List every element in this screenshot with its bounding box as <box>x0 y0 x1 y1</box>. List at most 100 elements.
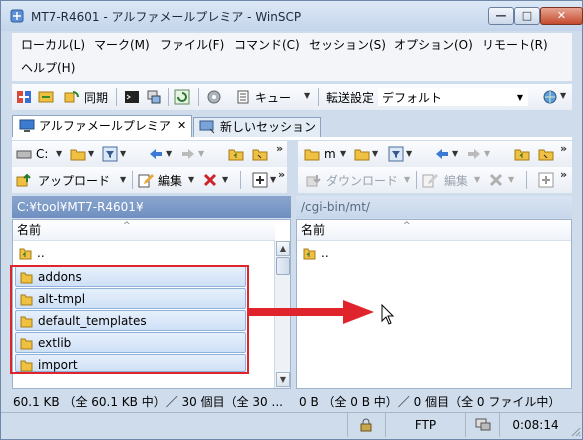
open-folder-icon[interactable] <box>354 146 370 162</box>
new-item-plus-icon[interactable] <box>538 172 554 188</box>
filter-dropdown-icon[interactable]: ▼ <box>120 149 126 158</box>
session-monitor-icon <box>19 119 35 132</box>
menu-help[interactable]: ヘルプ(H) <box>17 58 79 78</box>
back-arrow-icon[interactable] <box>148 146 164 162</box>
queue-button[interactable]: キュー <box>255 88 291 108</box>
filter-dropdown-icon[interactable]: ▼ <box>406 149 412 158</box>
menu-command[interactable]: コマンド(C) <box>230 35 304 55</box>
mouse-cursor-icon <box>381 304 395 325</box>
scroll-up-icon[interactable]: ▲ <box>276 241 290 256</box>
menu-file[interactable]: ファイル(F) <box>156 35 228 55</box>
edit-pencil-icon[interactable] <box>138 172 154 188</box>
delete-dropdown-icon[interactable]: ▼ <box>508 175 514 184</box>
edit-dropdown-icon[interactable]: ▼ <box>188 175 194 184</box>
left-nav-overflow-icon[interactable]: » <box>276 142 283 155</box>
download-dropdown-icon[interactable]: ▼ <box>404 175 410 184</box>
back-dropdown-icon[interactable]: ▼ <box>452 149 458 158</box>
back-arrow-icon[interactable] <box>434 146 450 162</box>
menu-session[interactable]: セッション(S) <box>305 35 390 55</box>
root-dir-icon[interactable] <box>538 146 554 162</box>
forward-dropdown-icon[interactable]: ▼ <box>484 149 490 158</box>
list-item-parent[interactable]: .. <box>299 243 539 264</box>
tab-strip-underline <box>12 137 572 140</box>
menu-options[interactable]: オプション(O) <box>390 35 477 55</box>
left-path-bar[interactable]: C:¥tool¥MT7-R4601¥ <box>12 196 291 218</box>
transfer-settings-value: デフォルト <box>382 91 443 105</box>
tab-alpha-mail[interactable]: アルファメールプレミア ✕ <box>12 115 192 137</box>
download-icon[interactable] <box>306 172 322 188</box>
filter-icon[interactable] <box>388 146 404 162</box>
putty-icon[interactable] <box>146 89 162 105</box>
list-item-parent[interactable]: .. <box>15 243 273 264</box>
globe-icon[interactable] <box>542 89 558 105</box>
upload-icon[interactable] <box>16 172 32 188</box>
right-col-name[interactable]: 名前 ^ <box>297 220 571 241</box>
parent-dir-icon[interactable] <box>514 146 530 162</box>
open-folder-icon[interactable] <box>70 146 86 162</box>
network-computer-icon <box>475 418 491 431</box>
right-action-toolbar: ダウンロード ▼ 編集 ▼ ▼ » <box>298 167 572 193</box>
sort-ascending-icon: ^ <box>403 221 411 231</box>
session-tabs: アルファメールプレミア ✕ 新しいセッション <box>12 115 572 137</box>
right-path-bar[interactable]: /cgi-bin/mt/ <box>296 196 572 218</box>
console-icon[interactable] <box>124 89 140 105</box>
upload-button[interactable]: アップロード <box>38 171 110 191</box>
menu-remote[interactable]: リモート(R) <box>478 35 552 55</box>
tab-new-session[interactable]: 新しいセッション <box>193 117 321 137</box>
synchronize-button[interactable]: 同期 <box>84 88 108 108</box>
edit-pencil-icon[interactable] <box>422 172 438 188</box>
left-action-overflow-icon[interactable]: » <box>278 168 285 181</box>
left-drive-select[interactable]: C: <box>36 144 48 164</box>
synchronize-icon[interactable] <box>64 89 80 105</box>
tab-close-icon[interactable]: ✕ <box>177 116 186 136</box>
dir-dropdown-icon[interactable]: ▼ <box>340 149 346 158</box>
back-dropdown-icon[interactable]: ▼ <box>166 149 172 158</box>
download-button[interactable]: ダウンロード <box>326 171 398 191</box>
new-item-plus-icon[interactable] <box>252 172 268 188</box>
left-action-toolbar: アップロード ▼ 編集 ▼ ▼ ▼ » <box>12 167 287 193</box>
forward-arrow-icon[interactable] <box>466 146 482 162</box>
parent-dir-icon[interactable] <box>228 146 244 162</box>
sync-browse-icon[interactable] <box>38 89 54 105</box>
delete-x-icon[interactable] <box>202 172 218 188</box>
maximize-button[interactable]: □ <box>514 7 540 25</box>
left-col-name[interactable]: 名前 ^ <box>13 220 275 241</box>
delete-dropdown-icon[interactable]: ▼ <box>222 175 228 184</box>
left-edit-button[interactable]: 編集 <box>158 171 182 191</box>
menu-bar: ローカル(L) マーク(M) ファイル(F) コマンド(C) セッション(S) … <box>12 33 572 81</box>
winscp-window: MT7-R4601 - アルファメールプレミア - WinSCP — □ ✕ ロ… <box>0 0 583 440</box>
open-dropdown-icon[interactable]: ▼ <box>88 149 94 158</box>
compare-dirs-icon[interactable] <box>16 89 32 105</box>
title-bar[interactable]: MT7-R4601 - アルファメールプレミア - WinSCP — □ ✕ <box>1 1 583 31</box>
drive-dropdown-icon[interactable]: ▼ <box>56 149 62 158</box>
menu-mark[interactable]: マーク(M) <box>90 35 154 55</box>
upload-dropdown-icon[interactable]: ▼ <box>120 175 126 184</box>
delete-x-icon[interactable] <box>488 172 504 188</box>
menu-local[interactable]: ローカル(L) <box>17 35 89 55</box>
refresh-icon[interactable] <box>174 89 190 105</box>
edit-dropdown-icon[interactable]: ▼ <box>474 175 480 184</box>
scroll-down-icon[interactable]: ▼ <box>276 372 290 387</box>
globe-dropdown-icon[interactable]: ▼ <box>560 91 566 100</box>
minimize-button[interactable]: — <box>488 7 514 25</box>
transfer-settings-select[interactable]: デフォルト ▼ <box>378 88 528 106</box>
close-button[interactable]: ✕ <box>540 7 583 25</box>
new-dropdown-icon[interactable]: ▼ <box>270 175 276 184</box>
protocol-status: FTP <box>385 413 465 437</box>
open-dropdown-icon[interactable]: ▼ <box>372 149 378 158</box>
queue-dropdown-icon[interactable]: ▼ <box>304 91 310 100</box>
queue-icon[interactable] <box>236 89 252 105</box>
transfer-settings-label: 転送設定 <box>326 91 375 105</box>
right-action-overflow-icon[interactable]: » <box>560 168 567 181</box>
scroll-thumb[interactable] <box>276 257 290 275</box>
resize-grip-icon[interactable] <box>570 426 581 437</box>
forward-arrow-icon[interactable] <box>180 146 196 162</box>
right-edit-button[interactable]: 編集 <box>444 171 468 191</box>
preferences-gear-icon[interactable] <box>206 89 222 105</box>
root-dir-icon[interactable] <box>252 146 268 162</box>
tab-label: アルファメールプレミア <box>39 119 171 133</box>
filter-icon[interactable] <box>102 146 118 162</box>
forward-dropdown-icon[interactable]: ▼ <box>198 149 204 158</box>
right-nav-overflow-icon[interactable]: » <box>560 142 567 155</box>
right-dir-select[interactable]: m <box>324 144 336 164</box>
